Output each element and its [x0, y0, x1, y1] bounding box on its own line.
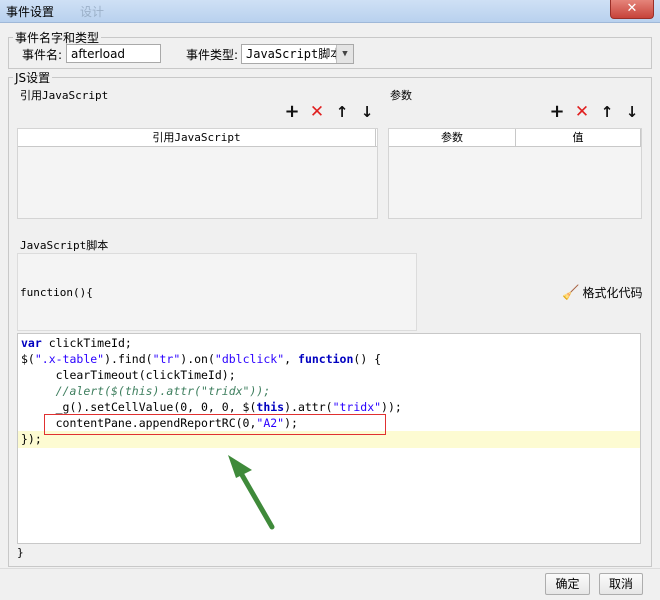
highlight-box — [44, 414, 386, 435]
code-line: //alert($(this).attr("tridx")); — [55, 384, 271, 398]
ref-js-column-header[interactable]: 引用JavaScript — [18, 129, 376, 146]
event-name-input[interactable]: afterload — [66, 44, 161, 63]
code-line: }); — [21, 432, 42, 446]
ref-js-section-label: 引用JavaScript — [20, 89, 109, 102]
params-add-icon[interactable]: + — [549, 103, 565, 121]
window-title: 事件设置 — [6, 5, 55, 19]
chevron-down-icon[interactable]: ▼ — [336, 45, 353, 63]
title-bar: 事件设置 设计 ✕ — [0, 0, 660, 23]
close-button[interactable]: ✕ — [610, 0, 654, 19]
background-window-title: 设计 — [80, 5, 105, 19]
code-line: _g().setCellValue(0, 0, 0, $(this).attr(… — [21, 400, 402, 414]
ref-js-move-up-icon[interactable]: ↑ — [334, 104, 350, 120]
params-move-up-icon[interactable]: ↑ — [599, 104, 615, 120]
function-header-text: function(){ — [20, 286, 93, 299]
ref-js-table-header: 引用JavaScript — [18, 129, 377, 147]
event-type-select[interactable]: JavaScript脚本 ▼ — [241, 44, 354, 64]
script-section-label: JavaScript脚本 — [20, 239, 109, 252]
code-line: $(".x-table").find("tr").on("dblclick", … — [21, 352, 382, 366]
ref-js-table[interactable]: 引用JavaScript — [17, 128, 378, 219]
params-section-label: 参数 — [390, 89, 412, 102]
params-remove-icon[interactable]: ✕ — [574, 104, 590, 121]
code-line: clearTimeout(clickTimeId); — [21, 368, 236, 382]
event-type-label: 事件类型: — [186, 48, 239, 62]
params-column-param[interactable]: 参数 — [389, 129, 516, 146]
event-type-value: JavaScript脚本 — [246, 47, 343, 61]
function-footer-text: } — [17, 546, 24, 559]
js-group-legend: JS设置 — [15, 71, 51, 85]
format-code-label: 格式化代码 — [582, 286, 643, 300]
code-line: var clickTimeId; — [21, 336, 132, 350]
ref-js-move-down-icon[interactable]: ↓ — [359, 104, 375, 120]
ref-js-remove-icon[interactable]: ✕ — [309, 104, 325, 121]
format-code-button[interactable]: 🧹 格式化代码 — [562, 284, 642, 301]
params-column-value[interactable]: 值 — [516, 129, 641, 146]
ref-js-add-icon[interactable]: + — [284, 103, 300, 121]
params-table[interactable]: 参数 值 — [388, 128, 642, 219]
cancel-button[interactable]: 取消 — [599, 573, 643, 595]
params-table-header: 参数 值 — [389, 129, 641, 147]
ok-button[interactable]: 确定 — [545, 573, 590, 595]
footer-divider — [0, 568, 660, 569]
function-header-area: function(){ — [17, 253, 417, 331]
broom-icon: 🧹 — [562, 285, 580, 301]
params-move-down-icon[interactable]: ↓ — [624, 104, 640, 120]
event-name-label: 事件名: — [22, 48, 63, 62]
code-editor[interactable]: var clickTimeId; $(".x-table").find("tr"… — [17, 333, 641, 544]
